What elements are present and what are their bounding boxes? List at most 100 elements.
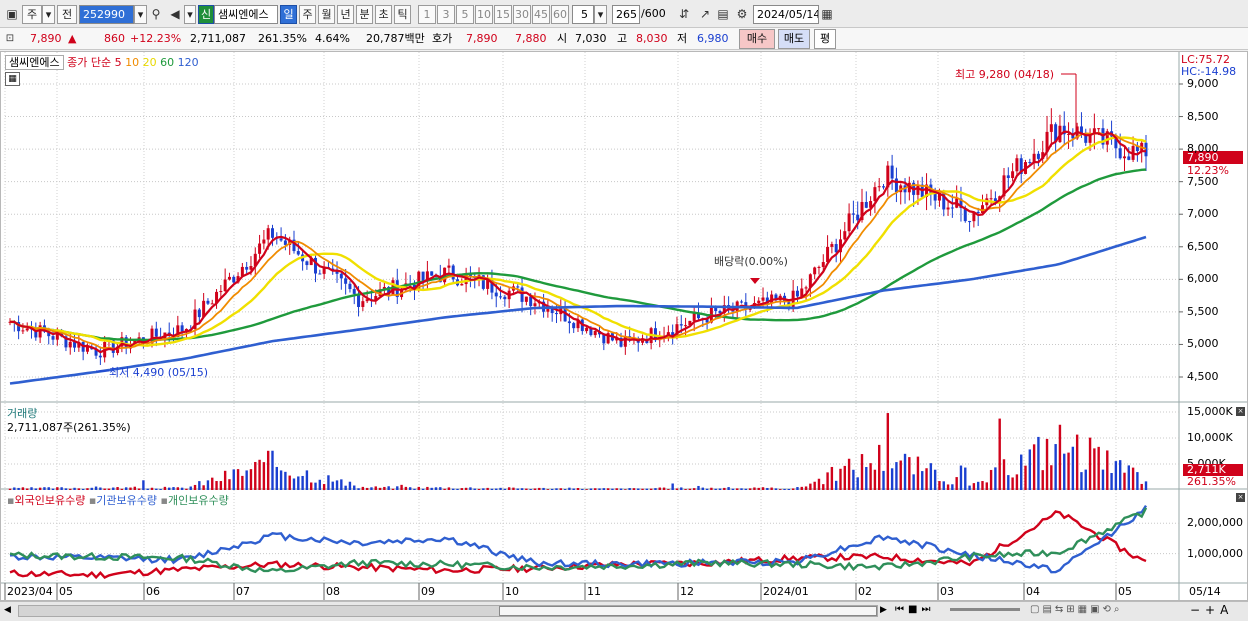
candle-body [262, 239, 266, 244]
date-input[interactable]: 2024/05/14 [753, 5, 819, 24]
speaker-dropdown-icon[interactable]: ▾ [184, 5, 196, 24]
volume-bar [430, 487, 433, 490]
search-icon[interactable]: ⚲ [148, 6, 164, 22]
period-0[interactable]: 일 [280, 5, 297, 24]
scroll-bar[interactable]: ◀ ▶ ⏮■⏭ ▢▤⇆⊞▦▣⟲⌕ −+A [0, 601, 1248, 621]
candle-body [21, 330, 25, 332]
volume-tick-label: 10,000K [1187, 431, 1233, 444]
volume-bar [705, 488, 709, 490]
gear-icon[interactable]: ⚙ [734, 6, 750, 22]
volume-bar [951, 484, 954, 490]
expand-icon[interactable]: ⊡ [2, 31, 18, 47]
volume-bar [619, 488, 623, 490]
code-input[interactable]: 252990 [79, 5, 134, 24]
eval-button[interactable]: 평 [814, 29, 836, 49]
volume-bar [1136, 472, 1139, 490]
period-6[interactable]: 틱 [394, 5, 411, 24]
chart-svg[interactable] [1, 52, 1247, 600]
stock-name: 샘씨엔에스 [214, 5, 278, 24]
volume-bar [594, 488, 597, 490]
table-icon[interactable]: ▦ [5, 72, 20, 86]
volume-bar [365, 487, 369, 490]
candle-body [864, 201, 868, 208]
buy-button[interactable]: 매수 [739, 29, 775, 49]
volume-bar [955, 477, 958, 490]
window-icon[interactable]: ▣ [4, 6, 20, 22]
volume-bar [624, 489, 627, 490]
save-icon[interactable]: ▤ [715, 6, 731, 22]
zoom-controls[interactable]: −+A [1190, 603, 1233, 617]
calendar-icon[interactable]: ▦ [819, 6, 835, 22]
volume-bar [649, 488, 653, 490]
holdings-legend-2[interactable]: 개인보유수량 [168, 494, 229, 507]
chart-area[interactable]: 샘씨엔에스 종가 단순 5 10 20 60 120 ▦ LC:75.72 HC… [0, 51, 1248, 601]
interval-4[interactable]: 15 [494, 5, 512, 24]
x-tick-label: 04 [1026, 585, 1040, 598]
scroll-left-icon[interactable]: ◀ [4, 605, 11, 615]
interval-2[interactable]: 5 [456, 5, 474, 24]
volume-bar [878, 444, 881, 490]
ma-period-120: 120 [174, 56, 199, 69]
volume-bar [998, 418, 1001, 490]
period-1[interactable]: 주 [299, 5, 316, 24]
volume-bar [658, 487, 661, 490]
interval-dropdown-icon[interactable]: ▾ [594, 5, 607, 24]
close-volume-panel-icon[interactable]: × [1236, 407, 1245, 416]
candle-body [279, 238, 283, 241]
volume-bar [43, 487, 46, 490]
interval-7[interactable]: 60 [551, 5, 569, 24]
volume-bar [744, 488, 748, 490]
volume-bar [813, 481, 816, 490]
volume-bar [822, 484, 825, 490]
interval-6[interactable]: 45 [532, 5, 550, 24]
speaker-icon[interactable]: ◀ [167, 6, 183, 22]
zoom-slider[interactable] [950, 608, 1020, 611]
interval-5[interactable]: 30 [513, 5, 531, 24]
volume-bar [1011, 477, 1014, 490]
volume-bar [137, 488, 141, 490]
volume-bar [542, 487, 545, 490]
volume-bar [344, 485, 347, 490]
tool-icons[interactable]: ▢▤⇆⊞▦▣⟲⌕ [1030, 604, 1123, 615]
volume-ratio: 261.35% [258, 32, 307, 45]
type-select[interactable]: 전 [57, 5, 77, 24]
market-select[interactable]: 주 [22, 5, 42, 24]
interval-0[interactable]: 1 [418, 5, 436, 24]
candle-body [305, 261, 309, 266]
current-price: 7,890 [30, 32, 62, 45]
market-dropdown-icon[interactable]: ▾ [42, 5, 55, 24]
interval-1[interactable]: 3 [437, 5, 455, 24]
volume-bar [404, 486, 408, 490]
volume-bar [916, 456, 920, 490]
compare-icon[interactable]: ⇵ [676, 6, 692, 22]
code-dropdown-icon[interactable]: ▾ [134, 5, 147, 24]
interval-input[interactable]: 5 [572, 5, 594, 24]
volume-bar [723, 487, 726, 490]
holdings-legend-0[interactable]: 외국인보유수량 [14, 494, 88, 507]
volume-bar [1037, 436, 1040, 490]
candle-body [421, 271, 425, 281]
price-tick-label: 9,000 [1187, 77, 1219, 90]
interval-3[interactable]: 10 [475, 5, 493, 24]
playback-controls[interactable]: ⏮■⏭ [895, 604, 934, 615]
draw-line-icon[interactable]: ↗ [697, 6, 713, 22]
count-input[interactable]: 265 [612, 5, 640, 24]
scroll-right-icon[interactable]: ▶ [880, 605, 887, 615]
volume-bar [615, 488, 618, 490]
price-panel-title[interactable]: 샘씨엔에스 [5, 55, 64, 70]
period-5[interactable]: 초 [375, 5, 392, 24]
scroll-thumb[interactable] [499, 606, 877, 616]
volume-bar [426, 486, 429, 490]
scroll-track[interactable] [18, 605, 878, 617]
volume-bar [38, 487, 42, 490]
close-holdings-panel-icon[interactable]: × [1236, 493, 1245, 502]
holdings-legend-1[interactable]: 기관보유수량 [96, 494, 160, 507]
period-3[interactable]: 년 [337, 5, 354, 24]
volume-bar [90, 487, 93, 490]
volume-bar [456, 488, 459, 490]
sell-button[interactable]: 매도 [778, 29, 810, 49]
period-2[interactable]: 월 [318, 5, 335, 24]
candle-body [821, 262, 825, 267]
period-4[interactable]: 분 [356, 5, 373, 24]
volume-bar [1071, 446, 1075, 490]
